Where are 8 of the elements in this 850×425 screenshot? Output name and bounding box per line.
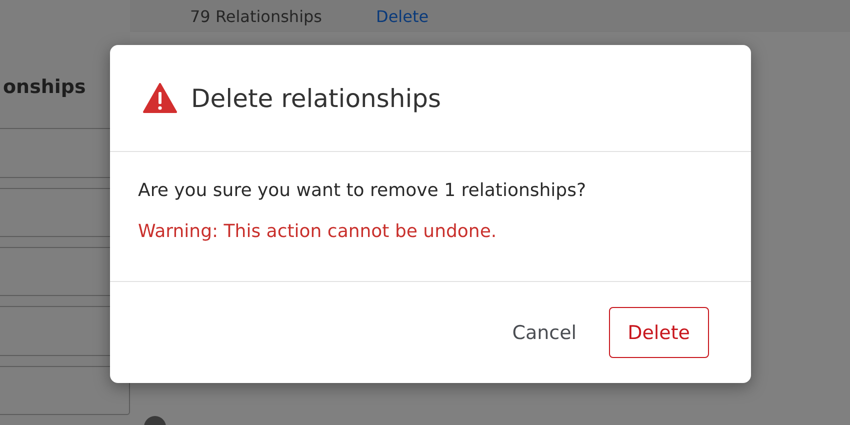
section-heading: onships: [3, 76, 86, 98]
confirm-message: Are you sure you want to remove 1 relationships?: [138, 180, 588, 201]
delete-button[interactable]: Delete: [608, 307, 709, 358]
warning-message: Warning: This action cannot be undone.: [138, 221, 498, 242]
warning-icon: [143, 83, 177, 113]
input-field[interactable]: [0, 366, 130, 415]
dialog-title: Delete relationships: [191, 84, 442, 112]
relationship-count: 79 Relationships: [190, 6, 322, 26]
